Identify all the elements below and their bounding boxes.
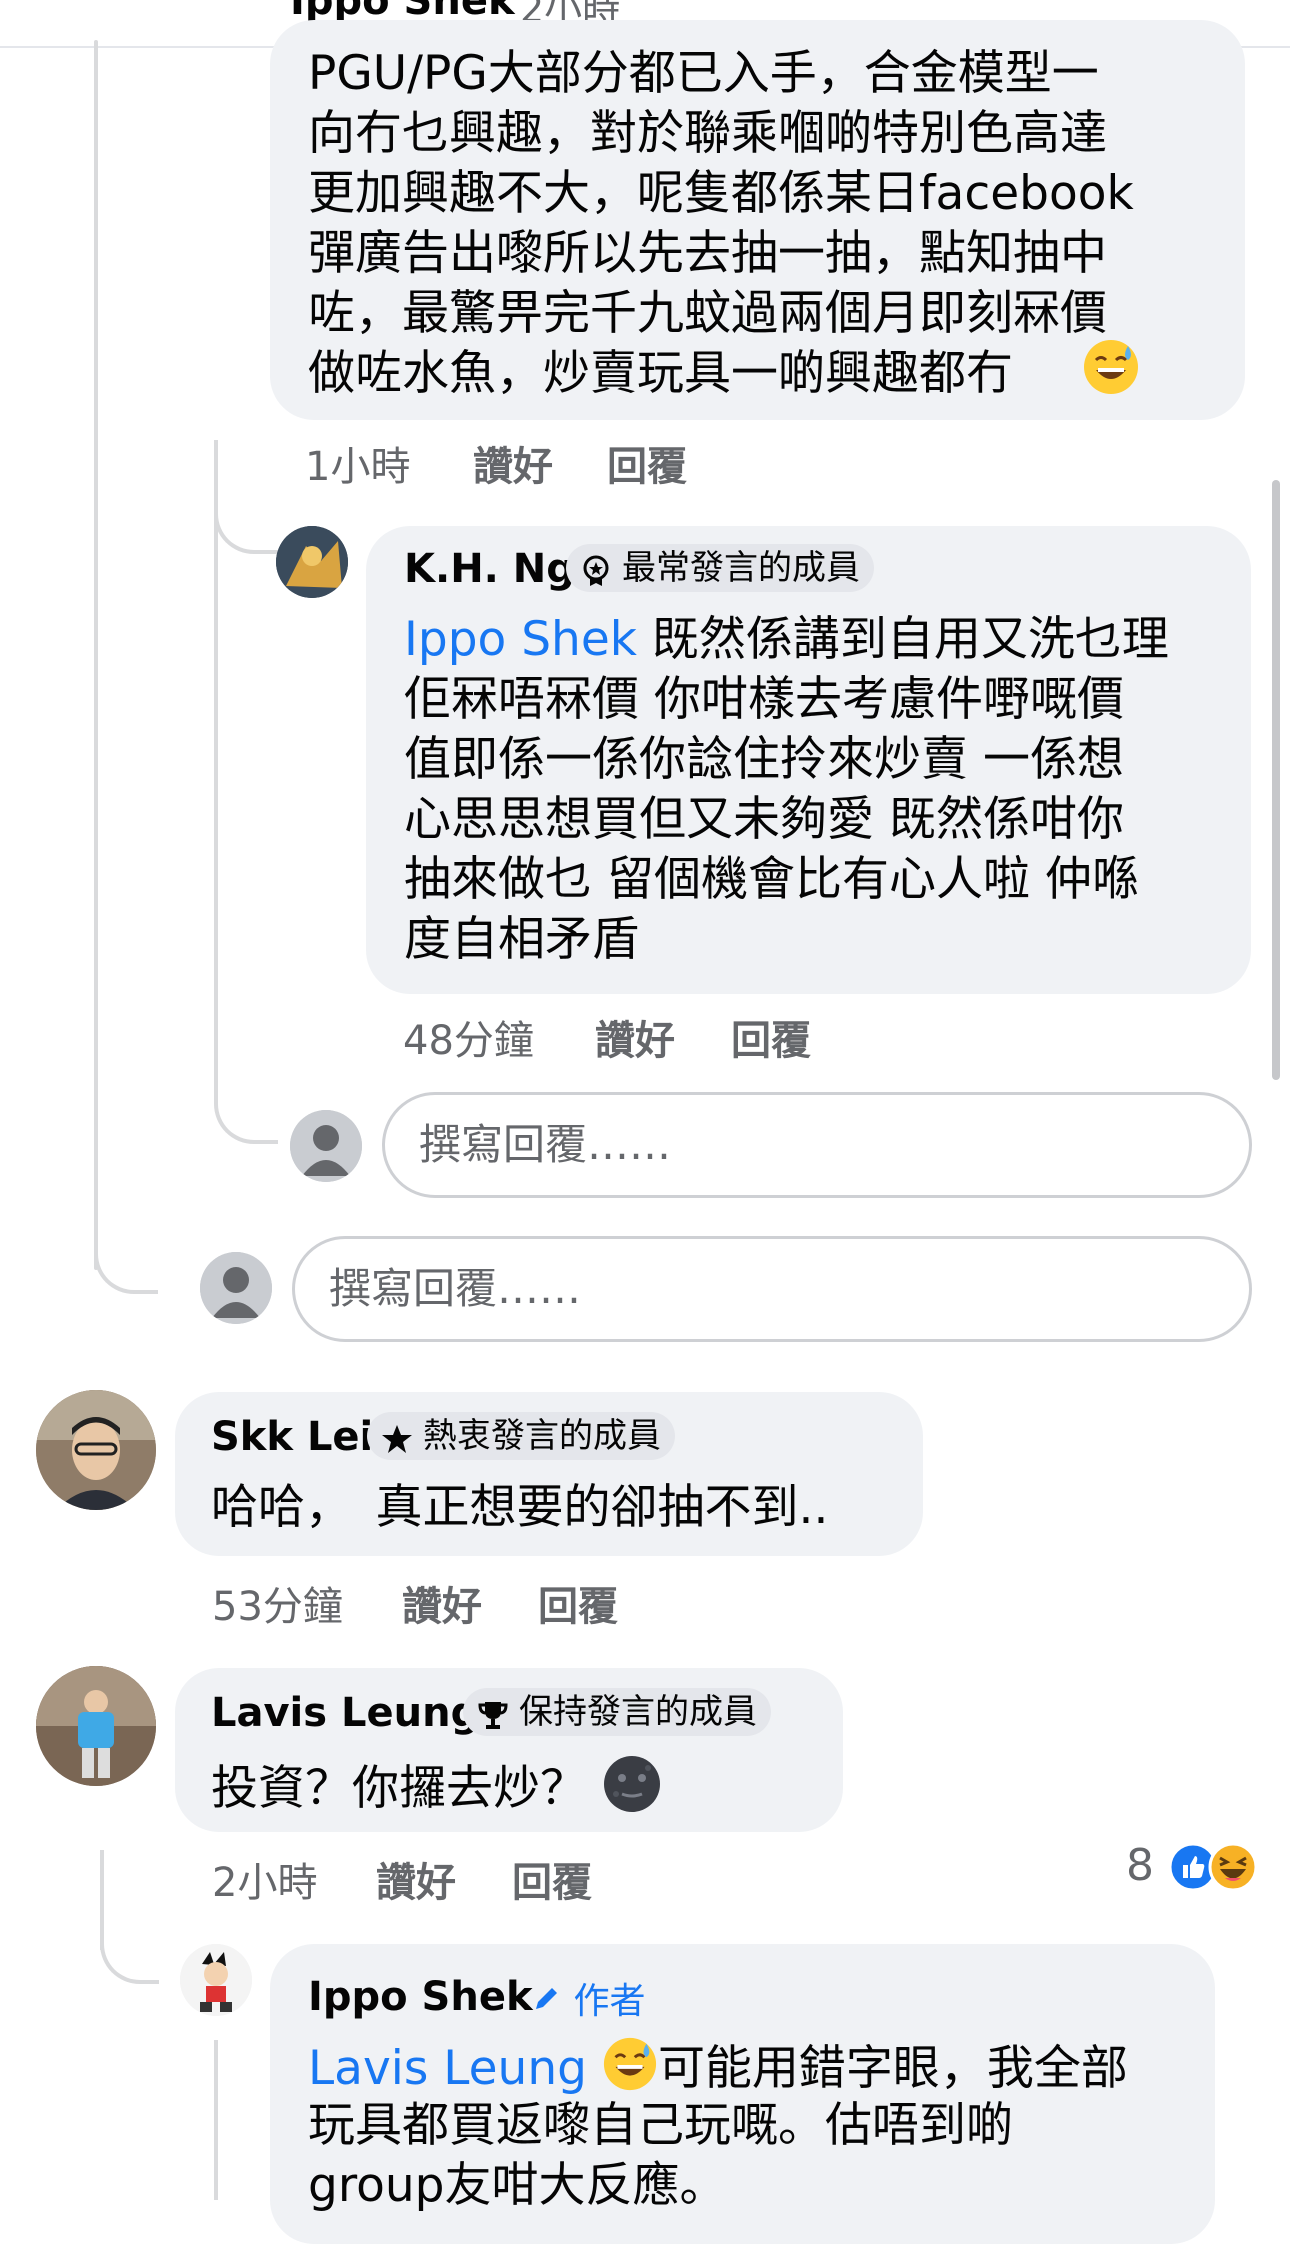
reply-text-start: 可能用錯字眼，我全部	[657, 2041, 1128, 2096]
avatar-skk-lei[interactable]	[36, 1390, 156, 1510]
reply-bubble-kh: K.H. Ng 最常發言的成員 Ippo Shek 既然係講到自用又洗乜理 佢冧…	[366, 526, 1251, 994]
thread-line-ippo	[214, 2040, 218, 2200]
reply-placeholder: 撰寫回覆……	[419, 1120, 672, 1169]
commenter-name[interactable]: Ippo Shek	[308, 1974, 533, 2020]
reply-button[interactable]: 回覆	[538, 1574, 618, 1632]
thread-curve-lavis	[100, 1900, 159, 1984]
comment-bubble-1: PGU/PG大部分都已入手，合金模型一 向冇乜興趣，對於聯乘嗰啲特別色高達 更加…	[270, 20, 1245, 420]
avatar-ippo-shek[interactable]	[180, 1944, 252, 2016]
comment-bubble-skk: Skk Lei 熱衷發言的成員 哈哈， 真正想要的卻抽不到..	[175, 1392, 923, 1556]
thread-line-inner	[214, 440, 218, 1080]
reply-bubble-ippo: Ippo Shek 作者 Lavis Leung 可能用錯字眼，我全部 玩具都買…	[270, 1944, 1215, 2244]
comment-meta-lavis: 2小時 讚好 回覆	[212, 1850, 592, 1908]
thread-curve-outer	[94, 1220, 158, 1294]
comment-meta-1: 1小時 讚好 回覆	[305, 434, 687, 492]
sweat-smile-emoji	[1082, 338, 1140, 400]
reply-button[interactable]: 回覆	[607, 434, 687, 492]
commenter-name[interactable]: Lavis Leung	[211, 1690, 479, 1736]
member-badge: 熱衷發言的成員	[367, 1412, 675, 1460]
thread-line-outer	[94, 40, 98, 1270]
comment-text: 投資？你攞去炒？	[211, 1754, 662, 1829]
reply-input[interactable]: 撰寫回覆……	[292, 1236, 1252, 1342]
comment-bubble-lavis: Lavis Leung 保持發言的成員 投資？你攞去炒？	[175, 1668, 843, 1832]
like-button[interactable]: 讚好	[402, 1574, 482, 1632]
reply-text-start: 既然係講到自用又洗乜理	[636, 612, 1169, 667]
commenter-name[interactable]: K.H. Ng	[404, 546, 575, 592]
reply-input[interactable]: 撰寫回覆……	[382, 1092, 1252, 1198]
reply-time: 48分鐘	[403, 1018, 534, 1064]
my-avatar	[290, 1110, 362, 1182]
my-avatar	[200, 1252, 272, 1324]
avatar-lavis-leung[interactable]	[36, 1666, 156, 1786]
badge-label: 最常發言的成員	[622, 548, 860, 588]
comment-time: 2小時	[212, 1860, 318, 1906]
badge-label: 熱衷發言的成員	[423, 1416, 661, 1456]
reply-placeholder: 撰寫回覆……	[329, 1264, 582, 1313]
thread-curve-inner-1	[214, 480, 278, 554]
thread-curve-inner-2	[214, 1070, 278, 1144]
mention-link[interactable]: Lavis Leung	[308, 2041, 587, 2096]
comment-text: PGU/PG大部分都已入手，合金模型一 向冇乜興趣，對於聯乘嗰啲特別色高達 更加…	[308, 46, 1134, 401]
reply-text: 玩具都買返嚟自己玩嘅。估唔到啲 group友咁大反應。	[308, 2098, 1013, 2213]
avatar-kh-ng[interactable]	[276, 526, 348, 598]
reply-first-line: Ippo Shek 既然係講到自用又洗乜理	[404, 610, 1169, 670]
trophy-icon	[477, 1696, 509, 1729]
new-moon-face-emoji	[602, 1754, 662, 1829]
star-icon	[381, 1420, 413, 1453]
member-badge: 最常發言的成員	[566, 544, 874, 592]
author-badge: 作者	[532, 1972, 645, 2024]
haha-reaction-icon	[1208, 1842, 1258, 1896]
member-badge: 保持發言的成員	[463, 1688, 771, 1736]
comment-time: 1小時	[305, 444, 411, 490]
reply-text: 佢冧唔冧價 你咁樣去考慮件嘢嘅價 值即係一係你諗住拎來炒賣 一係想 心思思想買但…	[404, 672, 1139, 967]
pencil-icon	[532, 1981, 562, 2022]
commenter-name[interactable]: Skk Lei	[211, 1414, 373, 1460]
comment-time: 53分鐘	[212, 1584, 343, 1630]
like-button[interactable]: 讚好	[376, 1850, 456, 1908]
reply-button[interactable]: 回覆	[731, 1008, 811, 1066]
reply-meta-kh: 48分鐘 讚好 回覆	[403, 1008, 811, 1066]
mention-link[interactable]: Ippo Shek	[404, 612, 637, 667]
comment-text: 哈哈， 真正想要的卻抽不到..	[211, 1480, 829, 1535]
badge-label: 保持發言的成員	[519, 1692, 757, 1732]
badge-icon	[580, 552, 612, 586]
comment-meta-skk: 53分鐘 讚好 回覆	[212, 1574, 618, 1632]
like-button[interactable]: 讚好	[473, 434, 553, 492]
scrollbar[interactable]	[1272, 480, 1280, 1080]
comment-text-content: 投資？你攞去炒？	[211, 1761, 587, 1816]
reaction-count: 8	[1126, 1840, 1154, 1891]
like-button[interactable]: 讚好	[595, 1008, 675, 1066]
author-label: 作者	[573, 1981, 646, 2022]
reply-button[interactable]: 回覆	[512, 1850, 592, 1908]
